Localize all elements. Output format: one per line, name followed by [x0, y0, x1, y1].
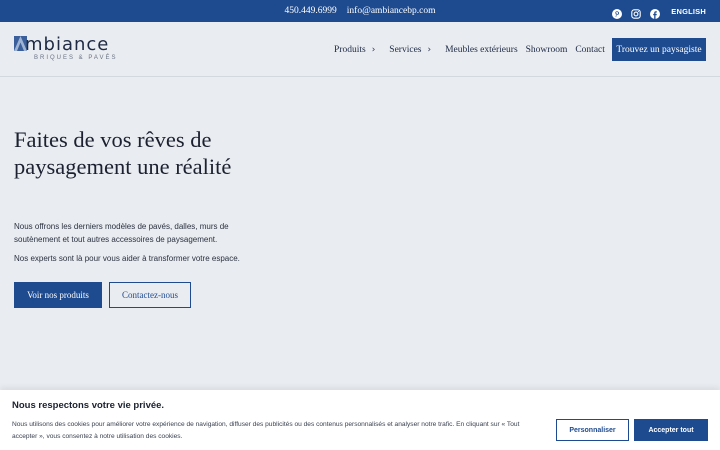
nav-item-showroom[interactable]: Showroom — [526, 45, 568, 55]
hero-title: Faites de vos rêves de paysagement une r… — [14, 127, 232, 179]
nav-item-label: Services — [389, 44, 422, 55]
chevron-right-icon: › — [371, 44, 376, 55]
customize-cookies-button[interactable]: Personnaliser — [556, 419, 629, 441]
logo-wordmark: mbiance — [25, 34, 110, 55]
nav-item-label: Showroom — [525, 44, 568, 55]
nav-item-label: Contact — [575, 44, 605, 55]
hero-paragraph: Nos experts sont là pour vous aider à tr… — [14, 254, 240, 263]
cookie-text: Nous utilisons des cookies pour améliore… — [12, 421, 520, 440]
phone-link[interactable]: 450.449.6999 — [285, 6, 337, 16]
site-logo[interactable]: mbiance BRIQUES & PAVÉS — [14, 34, 124, 66]
nav-item-produits[interactable]: Produits › — [334, 45, 381, 55]
email-link[interactable]: info@ambiancebp.com — [347, 6, 436, 16]
find-landscaper-button[interactable]: Trouvez un paysagiste — [612, 38, 706, 61]
nav-item-services[interactable]: Services › — [389, 45, 437, 55]
view-products-button[interactable]: Voir nos produits — [14, 282, 102, 308]
top-bar: 450.449.6999 info@ambiancebp.com ENGLISH — [0, 0, 720, 22]
hero-paragraph: Nous offrons les derniers modèles de pav… — [14, 222, 229, 244]
nav-item-contact[interactable]: Contact — [575, 45, 605, 55]
site-header: mbiance BRIQUES & PAVÉS Produits › Servi… — [0, 22, 720, 77]
contact-us-button[interactable]: Contactez-nous — [109, 282, 191, 308]
cookie-banner: Nous respectons votre vie privée. Nous u… — [0, 390, 720, 450]
cookie-title: Nous respectons votre vie privée. — [12, 400, 165, 411]
instagram-icon[interactable] — [631, 6, 641, 19]
social-links: ENGLISH — [612, 0, 706, 22]
language-switch[interactable]: ENGLISH — [671, 7, 706, 16]
nav-item-label: Produits — [334, 44, 366, 55]
nav-item-label: Meubles extérieurs — [445, 44, 518, 55]
nav-item-meubles-exterieurs[interactable]: Meubles extérieurs — [445, 45, 518, 55]
accept-all-cookies-button[interactable]: Accepter tout — [634, 419, 708, 441]
chevron-right-icon: › — [427, 44, 432, 55]
logo-tagline: BRIQUES & PAVÉS — [34, 55, 118, 61]
facebook-icon[interactable] — [650, 6, 661, 19]
pinterest-icon[interactable] — [612, 6, 623, 19]
main-nav: Produits › Services › Meubles extérieurs… — [334, 22, 706, 77]
